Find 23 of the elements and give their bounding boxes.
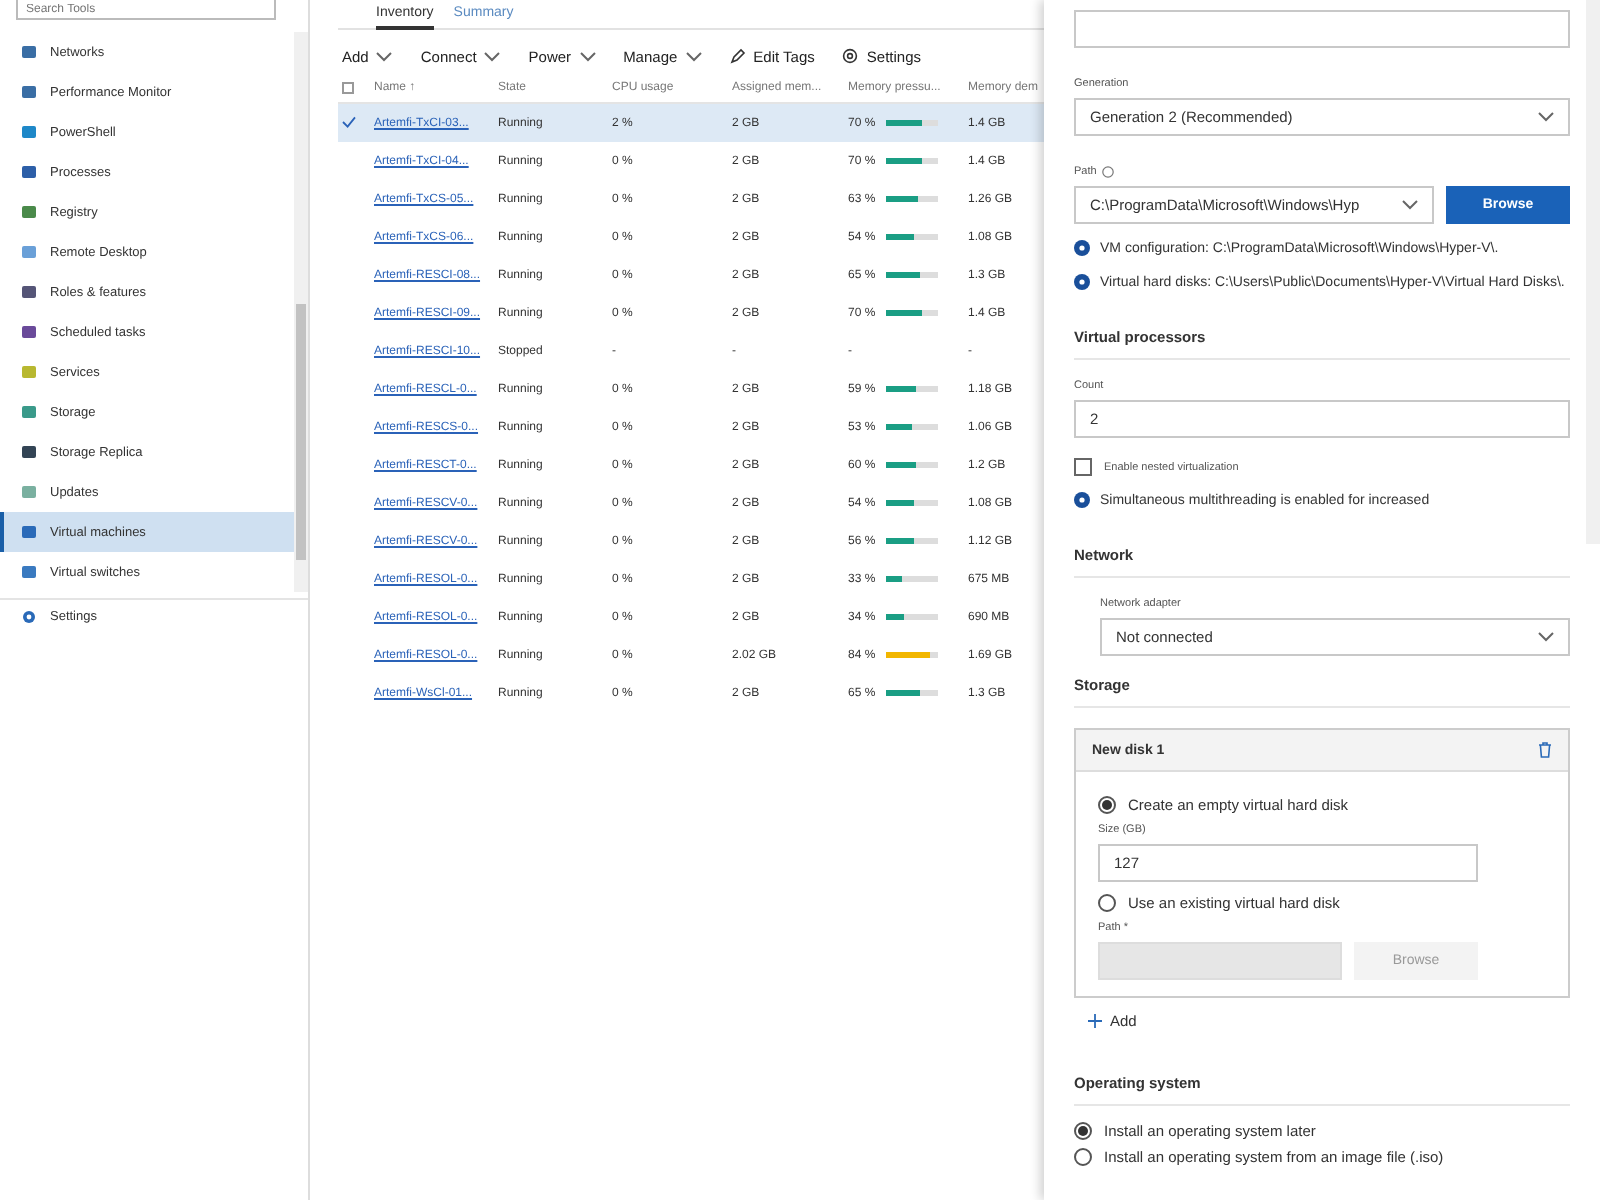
- radio-button[interactable]: [1098, 796, 1116, 814]
- chevron-icon: [1538, 112, 1554, 122]
- info-icon: [1074, 240, 1090, 256]
- info-icon: [1074, 274, 1090, 290]
- select-all-checkbox[interactable]: [342, 81, 354, 94]
- chevron-icon: [376, 51, 393, 61]
- radio-button[interactable]: [1098, 894, 1116, 912]
- chevron-icon: [579, 51, 596, 61]
- info-icon: [1102, 166, 1115, 178]
- chevron-icon: [685, 51, 702, 61]
- plus-icon: [1088, 1014, 1102, 1028]
- chevron-icon: [1402, 200, 1418, 210]
- check-icon: [342, 115, 356, 127]
- info-icon: [1074, 492, 1090, 508]
- pencil-icon: [729, 48, 746, 64]
- checkbox[interactable]: [1074, 458, 1092, 476]
- name-field[interactable]: [1074, 10, 1570, 48]
- radio-button[interactable]: [1074, 1148, 1092, 1166]
- chevron-icon: [484, 51, 501, 61]
- scrollbar[interactable]: [294, 32, 308, 592]
- trash-icon[interactable]: [1538, 742, 1552, 758]
- chevron-icon: [1538, 632, 1554, 642]
- radio-button[interactable]: [1074, 1122, 1092, 1140]
